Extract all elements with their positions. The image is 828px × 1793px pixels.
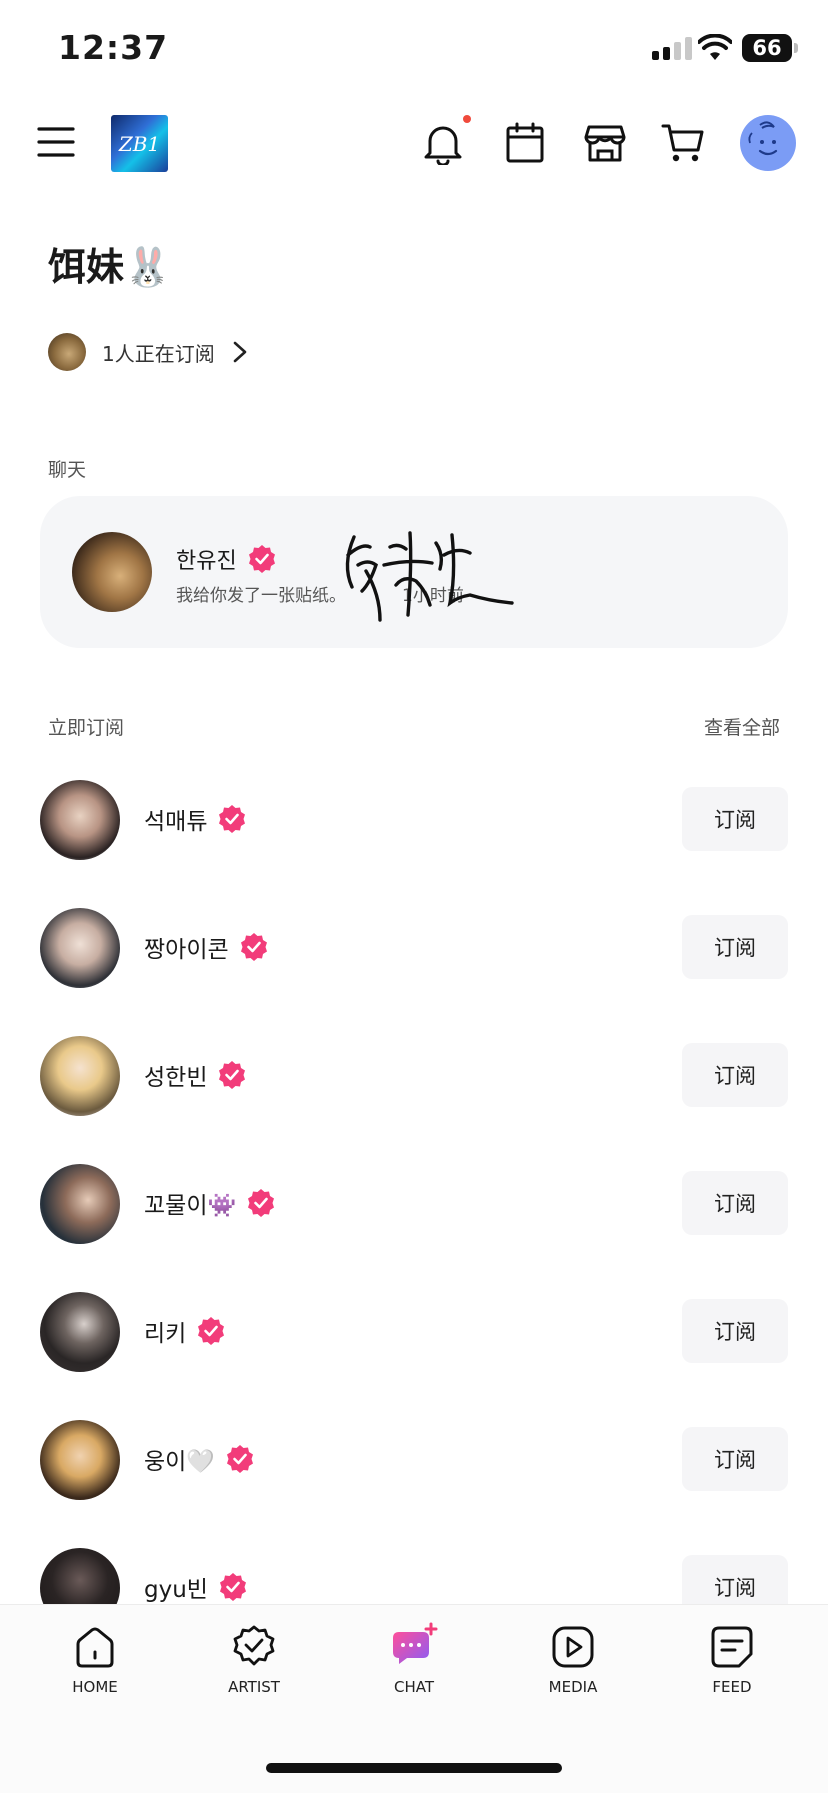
cart-button[interactable] xyxy=(660,120,706,166)
play-icon xyxy=(552,1626,594,1668)
shop-button[interactable] xyxy=(582,120,628,166)
artist-name: 짱아이콘 xyxy=(144,937,229,963)
see-all-link[interactable]: 查看全部 xyxy=(704,713,780,740)
wifi-icon xyxy=(698,34,732,60)
subscribers-count: 1人正在订阅 xyxy=(102,341,215,366)
artist-name: gyu빈 xyxy=(144,1577,208,1603)
artist-name-row: gyu빈 xyxy=(144,1570,248,1604)
artist-row: 웅이🤍 订阅 xyxy=(40,1420,788,1500)
calendar-icon xyxy=(506,122,544,163)
artist-avatar xyxy=(40,1164,120,1244)
subscribe-button[interactable]: 订阅 xyxy=(682,787,788,851)
subscribe-section-label: 立即订阅 xyxy=(48,717,125,739)
cart-icon xyxy=(661,124,704,162)
artist-row: 석매튜 订阅 xyxy=(40,780,788,860)
artist-name: 석매튜 xyxy=(144,809,208,835)
verified-badge-icon xyxy=(198,1317,225,1345)
menu-button[interactable] xyxy=(36,122,76,162)
notification-dot xyxy=(463,115,471,123)
artist-name-row: 석매튜 xyxy=(144,802,247,836)
bell-icon xyxy=(424,126,462,165)
artist-row: 성한빈 订阅 xyxy=(40,1036,788,1116)
verified-badge-icon xyxy=(240,933,267,961)
page-title: 饵妹🐰 xyxy=(48,245,172,289)
subscribe-button[interactable]: 订阅 xyxy=(682,1171,788,1235)
verified-badge-outline-icon xyxy=(233,1625,275,1666)
battery-icon: 66 xyxy=(742,34,798,62)
verified-badge-icon xyxy=(219,1573,246,1601)
chat-icon-wrap xyxy=(389,1622,439,1672)
hamburger-icon xyxy=(37,127,75,157)
battery-level: 66 xyxy=(752,36,782,60)
subscriber-avatar xyxy=(48,333,86,371)
artist-name-row: 짱아이콘 xyxy=(144,930,269,964)
chat-name-row: 한유진 xyxy=(176,543,277,575)
tab-artist[interactable]: ARTIST xyxy=(199,1622,309,1696)
notifications-button[interactable] xyxy=(420,120,466,166)
verified-badge-icon xyxy=(219,805,246,833)
tab-chat[interactable]: CHAT xyxy=(359,1622,469,1696)
home-icon xyxy=(76,1627,114,1668)
tab-media[interactable]: MEDIA xyxy=(518,1622,628,1696)
calendar-button[interactable] xyxy=(502,120,548,166)
status-time: 12:37 xyxy=(58,28,169,67)
tab-feed[interactable]: FEED xyxy=(677,1622,787,1696)
artist-row: 리키 订阅 xyxy=(40,1292,788,1372)
subscribers-link[interactable]: 1人正在订阅 xyxy=(48,333,249,371)
feed-icon xyxy=(711,1626,753,1668)
artist-name: 웅이🤍 xyxy=(144,1449,215,1475)
subscribe-button[interactable]: 订阅 xyxy=(682,1043,788,1107)
signature-watermark xyxy=(345,531,514,622)
feed-icon-wrap xyxy=(707,1622,757,1672)
chat-last-message: 我给你发了一张贴纸。 xyxy=(176,586,346,606)
profile-avatar[interactable] xyxy=(740,115,796,171)
artist-name: 성한빈 xyxy=(144,1065,208,1091)
artist-icon-wrap xyxy=(229,1622,279,1672)
artist-row: 꼬물이👾 订阅 xyxy=(40,1164,788,1244)
verified-badge-icon xyxy=(248,1189,275,1217)
signal-icon xyxy=(652,36,692,60)
artist-avatar xyxy=(40,908,120,988)
tab-home[interactable]: HOME xyxy=(40,1622,150,1696)
media-icon-wrap xyxy=(548,1622,598,1672)
tab-feed-label: FEED xyxy=(712,1678,752,1696)
store-icon xyxy=(584,125,626,162)
chat-avatar xyxy=(72,532,152,612)
community-logo[interactable]: ZB1 xyxy=(111,115,168,172)
artist-name-row: 꼬물이👾 xyxy=(144,1186,276,1220)
artist-name-row: 성한빈 xyxy=(144,1058,247,1092)
artist-avatar xyxy=(40,1292,120,1372)
chevron-right-icon xyxy=(233,341,247,363)
subscribe-button[interactable]: 订阅 xyxy=(682,915,788,979)
tab-media-label: MEDIA xyxy=(548,1678,598,1696)
artist-name: 꼬물이👾 xyxy=(144,1193,237,1219)
subscribe-button[interactable]: 订阅 xyxy=(682,1299,788,1363)
home-indicator xyxy=(266,1763,562,1773)
tab-home-label: HOME xyxy=(72,1678,118,1696)
artist-name: 리키 xyxy=(144,1321,187,1347)
verified-badge-icon xyxy=(248,545,275,573)
verified-badge-icon xyxy=(219,1061,246,1089)
artist-row: 짱아이콘 订阅 xyxy=(40,908,788,988)
chat-name: 한유진 xyxy=(176,549,237,574)
tab-artist-label: ARTIST xyxy=(228,1678,280,1696)
artist-avatar xyxy=(40,1420,120,1500)
artist-avatar xyxy=(40,1036,120,1116)
artist-name-row: 웅이🤍 xyxy=(144,1442,255,1476)
verified-badge-icon xyxy=(226,1445,253,1473)
chat-bubble-icon xyxy=(393,1622,438,1664)
artist-avatar xyxy=(40,780,120,860)
chat-section-label: 聊天 xyxy=(48,459,87,481)
face-icon xyxy=(748,121,778,156)
logo-text: ZB1 xyxy=(118,131,161,156)
tab-chat-label: CHAT xyxy=(393,1678,434,1696)
subscribe-button[interactable]: 订阅 xyxy=(682,1427,788,1491)
artist-name-row: 리키 xyxy=(144,1314,226,1348)
home-icon-wrap xyxy=(70,1622,120,1672)
